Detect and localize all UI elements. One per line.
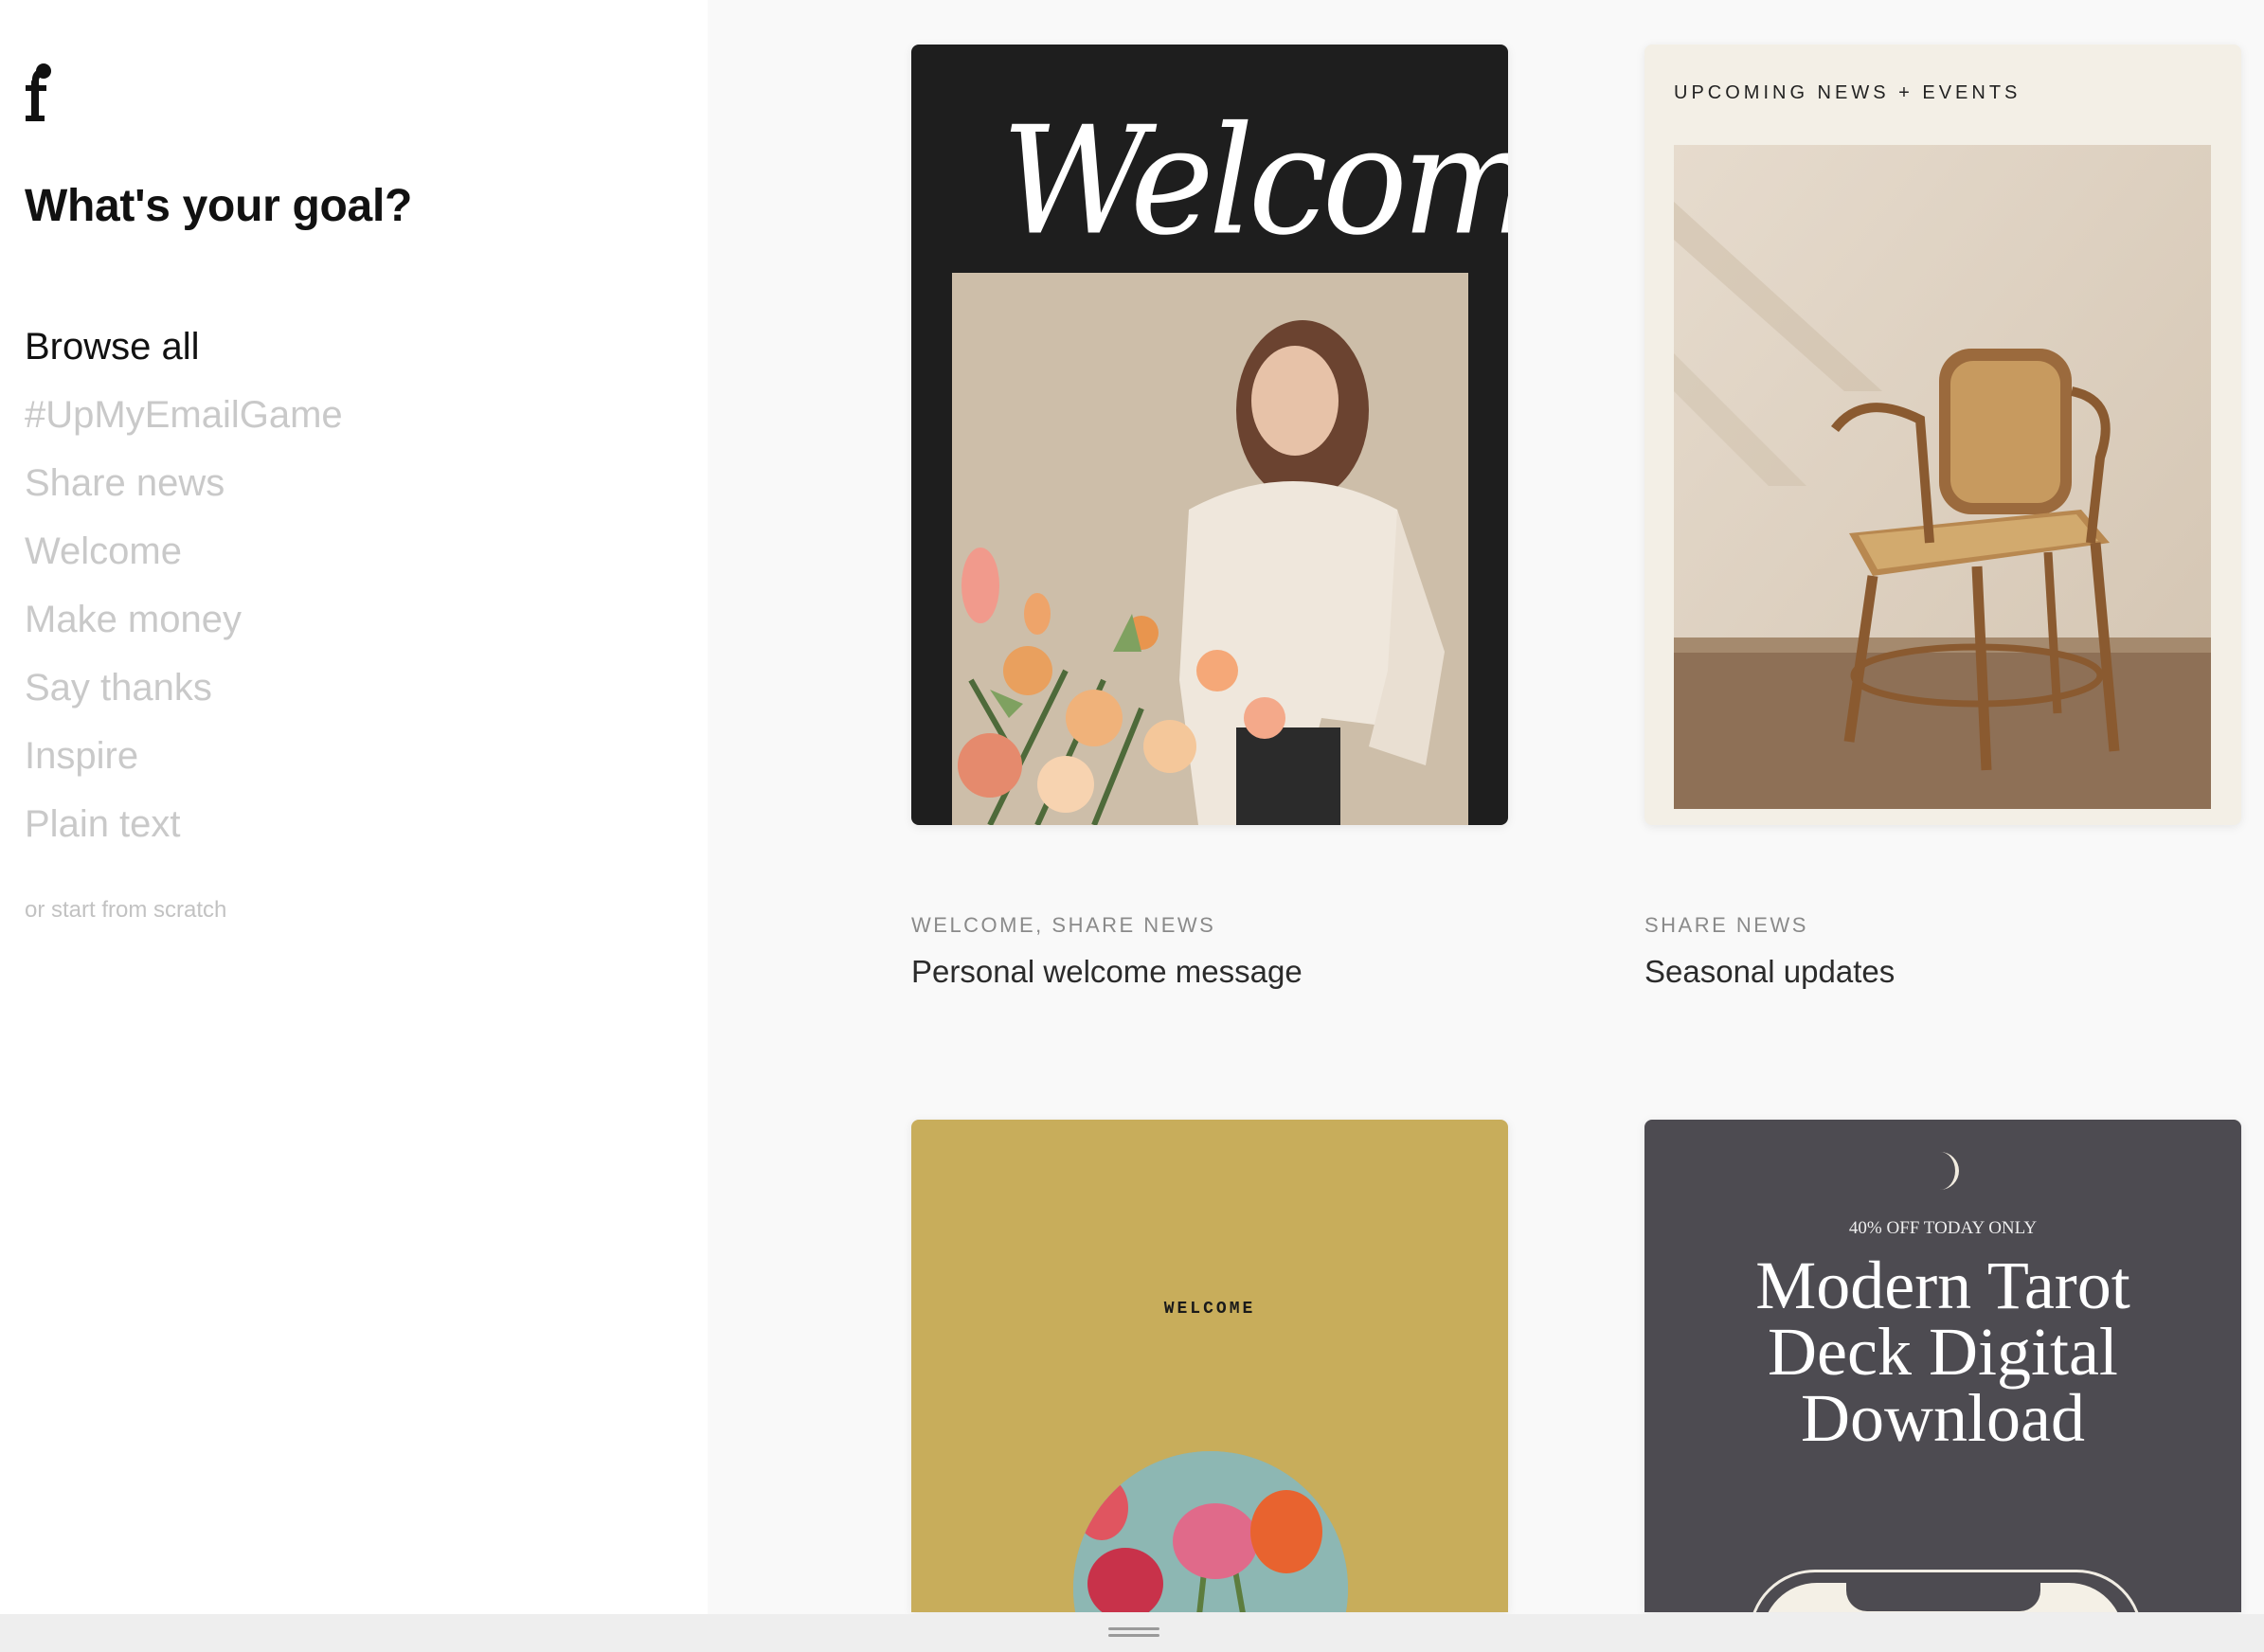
page-title: What's your goal? <box>25 181 412 231</box>
goal-inspire[interactable]: Inspire <box>25 722 343 790</box>
template-card-tarot-deck[interactable]: 40% OFF TODAY ONLY Modern Tarot Deck Dig… <box>1644 1120 2241 1612</box>
goal-welcome[interactable]: Welcome <box>25 517 343 585</box>
template-tags: WELCOME, SHARE NEWS <box>911 913 1216 937</box>
template-thumbnail[interactable]: UPCOMING NEWS + EVENTS <box>1644 45 2241 825</box>
welcome-small-heading: WELCOME <box>1163 1300 1256 1319</box>
tulips-circle-photo <box>1073 1451 1348 1612</box>
template-name[interactable]: Seasonal updates <box>1644 954 1895 990</box>
product-title-line: Download <box>1801 1380 2085 1456</box>
template-thumbnail[interactable]: 40% OFF TODAY ONLY Modern Tarot Deck Dig… <box>1644 1120 2241 1612</box>
product-title-line: Deck Digital <box>1768 1314 2118 1390</box>
goal-share-news[interactable]: Share news <box>25 449 343 517</box>
template-card-seasonal-updates[interactable]: UPCOMING NEWS + EVENTS SHARE NEWS Season… <box>1644 45 2241 989</box>
template-name[interactable]: Personal welcome message <box>911 954 1303 990</box>
goal-say-thanks[interactable]: Say thanks <box>25 654 343 722</box>
flodesk-logo[interactable] <box>23 63 55 121</box>
bottom-resize-bar <box>0 1614 2264 1652</box>
template-card-personal-welcome[interactable]: Welcome <box>911 45 1508 989</box>
product-title-line: Modern Tarot <box>1755 1248 2130 1323</box>
cane-chair-photo <box>1674 145 2211 809</box>
product-title: Modern Tarot Deck Digital Download <box>1644 1248 2241 1456</box>
start-from-scratch-link[interactable]: or start from scratch <box>25 897 226 924</box>
welcome-script-heading: Welcome <box>1001 95 1508 269</box>
goal-upmyemailgame[interactable]: #UpMyEmailGame <box>25 381 343 449</box>
offer-text: 40% OFF TODAY ONLY <box>1848 1218 2038 1238</box>
goal-plain-text[interactable]: Plain text <box>25 790 343 858</box>
goal-sidebar: What's your goal? Browse all #UpMyEmailG… <box>0 0 708 1614</box>
newsletter-header: UPCOMING NEWS + EVENTS <box>1674 82 2021 103</box>
template-thumbnail[interactable]: Welcome <box>911 45 1508 825</box>
goal-make-money[interactable]: Make money <box>25 585 343 654</box>
woman-with-flowers-photo <box>952 273 1468 825</box>
goal-browse-all[interactable]: Browse all <box>25 313 343 381</box>
crescent-moon-icon <box>1940 1152 1959 1190</box>
template-thumbnail[interactable]: WELCOME <box>911 1120 1508 1612</box>
template-tags: SHARE NEWS <box>1644 913 1808 937</box>
drag-handle-icon[interactable] <box>1108 1627 1159 1641</box>
phone-notch <box>1846 1583 2040 1611</box>
goal-filter-list: Browse all #UpMyEmailGame Share news Wel… <box>25 313 343 858</box>
template-card-yellow-welcome[interactable]: WELCOME <box>911 1120 1508 1612</box>
